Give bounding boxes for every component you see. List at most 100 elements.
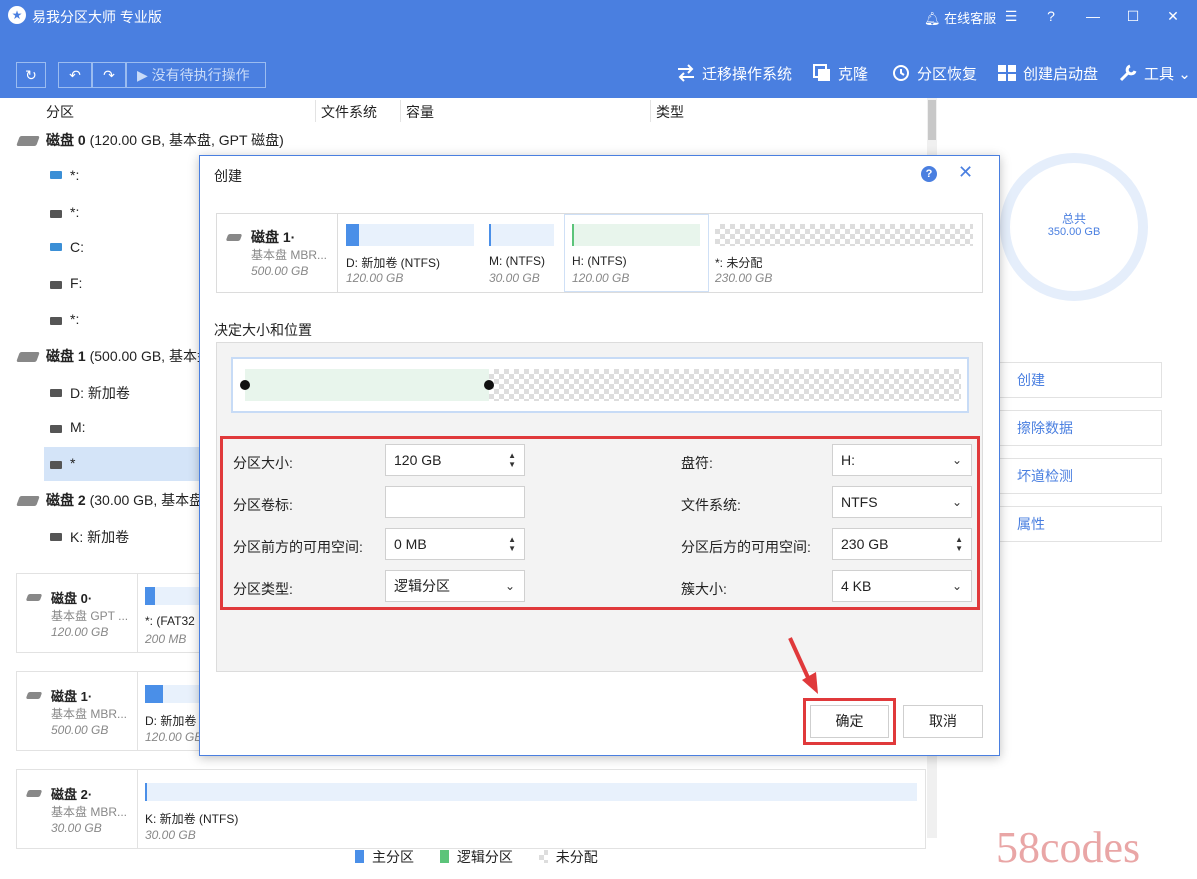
disk-row[interactable]: 磁盘 0 (120.00 GB, 基本盘, GPT 磁盘) xyxy=(0,122,925,156)
drive-letter-label: 盘符: xyxy=(681,455,713,471)
migrate-os-button[interactable]: 迁移操作系统 xyxy=(676,64,792,86)
legend: 主分区 逻辑分区 未分配 xyxy=(355,847,620,867)
create-action[interactable]: 创建 xyxy=(990,362,1162,398)
column-filesystem[interactable]: 文件系统 xyxy=(321,102,377,122)
bad-sector-check-action[interactable]: 坏道检测 xyxy=(990,458,1162,494)
undo-button[interactable]: ↶ xyxy=(58,62,92,88)
clone-label: 克隆 xyxy=(838,66,869,83)
filesystem-select[interactable]: NTFS ⌄ xyxy=(832,486,972,518)
create-partition-dialog: 创建 ? ✕ 磁盘 1· 基本盘 MBR... 500.00 GB D: 新加卷… xyxy=(199,155,1000,756)
partition-type-value: 逻辑分区 xyxy=(394,578,450,594)
wipe-data-action[interactable]: 擦除数据 xyxy=(990,410,1162,446)
column-partition[interactable]: 分区 xyxy=(46,102,74,122)
partition-bar[interactable] xyxy=(145,783,917,801)
column-type[interactable]: 类型 xyxy=(656,102,684,122)
card-disk-sub: 基本盘 MBR... xyxy=(51,805,128,819)
card-partition-label: *: (FAT32 xyxy=(145,614,195,628)
watermark: 58codes xyxy=(996,823,1141,872)
pending-label: 没有待执行操作 xyxy=(151,67,250,83)
slider-left-handle[interactable] xyxy=(240,380,250,390)
legend-swatch xyxy=(538,850,548,863)
space-before-stepper[interactable]: 0 MB ▲ ▼ xyxy=(385,528,525,560)
tools-menu-button[interactable]: 工具 ⌄ xyxy=(1118,64,1191,86)
partition-row-selected[interactable]: * xyxy=(44,447,200,481)
support-label: 在线客服 xyxy=(944,11,997,26)
segment-bar-m[interactable] xyxy=(489,224,554,246)
chevron-down-icon: ⌄ xyxy=(504,579,515,593)
redo-button[interactable]: ↷ xyxy=(92,62,126,88)
partition-label: * xyxy=(70,455,76,471)
close-icon[interactable]: ✕ xyxy=(958,162,973,183)
disk-map-card[interactable]: 磁盘 2· 基本盘 MBR... 30.00 GB K: 新加卷 (NTFS) … xyxy=(16,769,926,849)
legend-primary: 主分区 xyxy=(355,847,414,867)
size-position-heading: 决定大小和位置 xyxy=(214,322,312,338)
online-support-link[interactable]: 🔔︎ 在线客服 xyxy=(924,8,996,27)
clone-icon xyxy=(813,64,830,81)
menu-icon[interactable]: ☰ xyxy=(1000,5,1022,27)
dialog-disk-sub: 基本盘 MBR... xyxy=(251,248,328,262)
partition-type-label: 分区类型: xyxy=(233,581,293,597)
partition-recovery-button[interactable]: 分区恢复 xyxy=(891,64,977,86)
segment-size: 120.00 GB xyxy=(346,271,404,285)
create-action-label: 创建 xyxy=(1017,372,1045,388)
column-capacity[interactable]: 容量 xyxy=(406,102,434,122)
partition-icon xyxy=(50,210,62,218)
partition-bar-fill xyxy=(145,783,147,801)
partition-bar[interactable] xyxy=(145,587,205,605)
card-divider xyxy=(137,574,138,652)
segment-bar-d[interactable] xyxy=(346,224,474,246)
segment-size: 30.00 GB xyxy=(489,271,540,285)
segment-bar-h[interactable] xyxy=(572,224,700,246)
windows-partition-icon xyxy=(50,243,62,251)
size-slider[interactable] xyxy=(231,357,969,413)
partition-bar[interactable] xyxy=(145,685,205,703)
slider-right-handle[interactable] xyxy=(484,380,494,390)
disk-detail: (120.00 GB, 基本盘, GPT 磁盘) xyxy=(89,132,284,148)
partition-label: *: xyxy=(70,204,80,220)
segment-label: *: 未分配 xyxy=(715,256,763,270)
segment-bar-unallocated[interactable] xyxy=(715,224,973,246)
space-after-label: 分区后方的可用空间: xyxy=(681,539,811,555)
card-disk-name: 磁盘 1· xyxy=(51,689,93,704)
properties-action[interactable]: 属性 xyxy=(990,506,1162,542)
volume-label-input[interactable] xyxy=(385,486,525,518)
help-icon[interactable]: ? xyxy=(921,166,937,182)
cluster-size-select[interactable]: 4 KB ⌄ xyxy=(832,570,972,602)
size-stepper[interactable]: 120 GB ▲ ▼ xyxy=(385,444,525,476)
spin-arrows-icon[interactable]: ▲ ▼ xyxy=(508,535,516,553)
app-title: 易我分区大师 专业版 xyxy=(32,9,162,25)
partition-type-select[interactable]: 逻辑分区 ⌄ xyxy=(385,570,525,602)
tools-label: 工具 xyxy=(1144,66,1175,83)
confirm-button[interactable]: 确定 xyxy=(810,705,889,738)
card-partition-size: 120.00 GB xyxy=(145,730,203,744)
partition-label: *: xyxy=(70,167,80,183)
disk-detail: (500.00 GB, 基本盘 xyxy=(89,348,211,364)
refresh-button[interactable]: ↻ xyxy=(16,62,46,88)
card-disk-name: 磁盘 2· xyxy=(51,787,93,802)
drive-letter-select[interactable]: H: ⌄ xyxy=(832,444,972,476)
migrate-os-label: 迁移操作系统 xyxy=(702,66,793,83)
properties-label: 属性 xyxy=(1017,516,1045,532)
spin-arrows-icon[interactable]: ▲ ▼ xyxy=(508,451,516,469)
annotation-arrow xyxy=(788,637,818,694)
spin-arrows-icon[interactable]: ▲ ▼ xyxy=(955,535,963,553)
cancel-button[interactable]: 取消 xyxy=(903,705,983,738)
partition-bar-fill xyxy=(145,685,163,703)
scroll-thumb[interactable] xyxy=(928,100,936,140)
maximize-icon[interactable]: ☐ xyxy=(1122,5,1144,27)
clone-button[interactable]: 克隆 xyxy=(812,64,868,86)
help-icon[interactable]: ? xyxy=(1040,5,1062,27)
chevron-down-icon: ⌄ xyxy=(951,495,962,509)
create-boot-disk-button[interactable]: 创建启动盘 xyxy=(997,64,1098,86)
disk-icon xyxy=(225,234,243,241)
pending-operations-button[interactable]: ▶ 没有待执行操作 xyxy=(126,62,266,88)
minimize-icon[interactable]: — xyxy=(1082,5,1104,27)
space-after-stepper[interactable]: 230 GB ▲ ▼ xyxy=(832,528,972,560)
partition-list-header: 分区 文件系统 容量 类型 xyxy=(0,98,925,124)
chevron-down-icon: ⌄ xyxy=(1178,66,1191,83)
close-icon[interactable]: ✕ xyxy=(1162,5,1184,27)
slider-unallocated-range xyxy=(489,369,961,401)
card-disk-size: 120.00 GB xyxy=(51,625,109,639)
chevron-down-icon: ⌄ xyxy=(951,579,962,593)
card-disk-size: 30.00 GB xyxy=(51,821,102,835)
